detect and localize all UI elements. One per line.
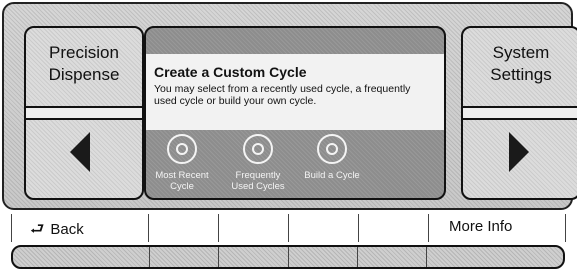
softkey-button-6[interactable] <box>427 247 563 267</box>
softkey-button-1[interactable] <box>13 247 150 267</box>
more-info-label: More Info <box>449 218 513 235</box>
softkey-cell-4[interactable] <box>289 214 359 242</box>
back-softkey[interactable]: ⮐ Back <box>30 218 84 245</box>
heart-circle-icon <box>167 134 197 164</box>
softkey-cell-3[interactable] <box>219 214 289 242</box>
recycle-circle-icon <box>243 134 273 164</box>
softkey-button-4[interactable] <box>289 247 358 267</box>
back-softkey-cell[interactable]: ⮐ Back <box>12 214 149 242</box>
back-arrow-icon: ⮐ <box>30 221 45 238</box>
softkey-cell-5[interactable] <box>359 214 429 242</box>
build-a-cycle-option[interactable]: Build a Cycle <box>292 134 372 181</box>
softkey-button-3[interactable] <box>219 247 289 267</box>
system-settings-line1: System <box>492 43 550 62</box>
precision-dispense-line2: Dispense <box>48 65 120 84</box>
option-label: Most Recent Cycle <box>155 170 209 192</box>
precision-dispense-label: Precision Dispense <box>26 42 142 86</box>
back-label: Back <box>50 221 84 238</box>
build-circle-icon <box>317 134 347 164</box>
frequently-used-cycles-option[interactable]: Frequently Used Cycles <box>218 134 298 192</box>
right-arrow-icon[interactable] <box>509 132 529 172</box>
most-recent-cycle-option[interactable]: Most Recent Cycle <box>146 134 222 192</box>
more-info-softkey-cell[interactable]: More Info <box>429 214 566 242</box>
option-label: Frequently Used Cycles <box>231 170 285 192</box>
left-arrow-icon[interactable] <box>70 132 90 172</box>
panel-divider <box>463 106 577 120</box>
softkey-button-bar <box>11 245 565 269</box>
precision-dispense-button[interactable]: Precision Dispense <box>24 26 144 200</box>
softkey-button-2[interactable] <box>150 247 220 267</box>
softkey-cell-2[interactable] <box>149 214 219 242</box>
system-settings-line2: Settings <box>490 65 552 84</box>
softkey-labels: ⮐ Back More Info <box>11 214 566 242</box>
screen-title: Create a Custom Cycle <box>154 64 307 80</box>
screen-description: You may select from a recently used cycl… <box>154 83 411 107</box>
softkey-button-5[interactable] <box>358 247 427 267</box>
precision-dispense-line1: Precision <box>49 43 119 62</box>
panel-divider <box>26 106 142 120</box>
display-screen: Create a Custom Cycle You may select fro… <box>144 26 446 200</box>
screen-message-area: Create a Custom Cycle You may select fro… <box>146 54 444 130</box>
option-label: Build a Cycle <box>304 170 360 181</box>
system-settings-button[interactable]: System Settings <box>461 26 577 200</box>
system-settings-label: System Settings <box>463 42 577 86</box>
